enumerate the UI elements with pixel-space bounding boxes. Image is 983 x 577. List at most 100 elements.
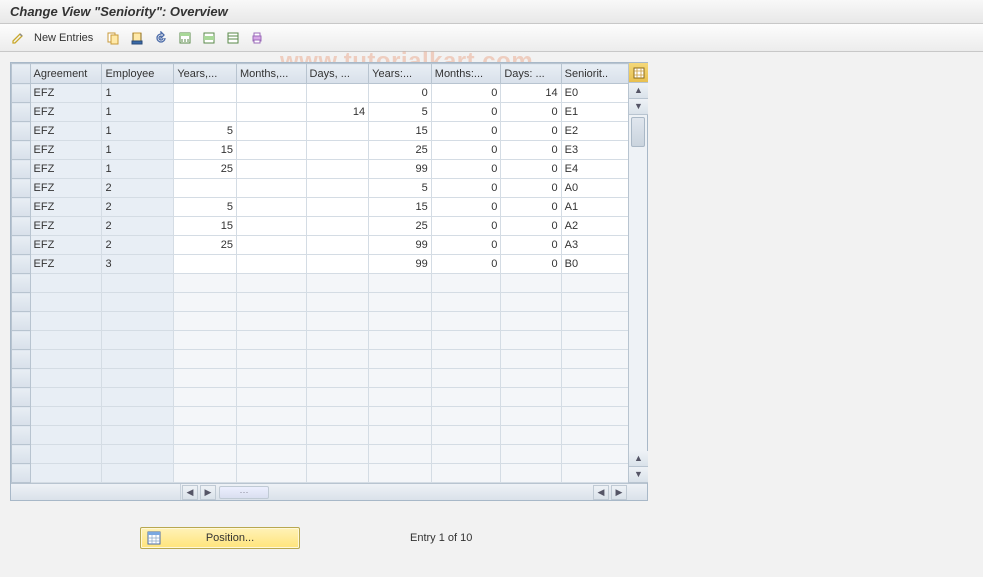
cell-employee[interactable]: 1 (102, 84, 174, 103)
cell-days2[interactable]: 14 (501, 84, 561, 103)
row-selector[interactable] (12, 160, 31, 179)
cell-months1[interactable] (236, 160, 306, 179)
cell-seniority[interactable]: B0 (561, 255, 628, 274)
cell-months1[interactable] (236, 122, 306, 141)
select-block-icon[interactable] (199, 28, 219, 48)
cell-days2[interactable]: 0 (501, 217, 561, 236)
scroll-up-icon[interactable]: ▼ (629, 99, 648, 115)
cell-days1[interactable]: 14 (306, 103, 369, 122)
position-button[interactable]: Position... (140, 527, 300, 549)
cell-years1[interactable]: 5 (174, 198, 237, 217)
row-selector[interactable] (12, 312, 31, 331)
table-row[interactable]: EFZ151500E2 (12, 122, 629, 141)
cell-agreement[interactable]: EFZ (30, 179, 102, 198)
cell-years2[interactable]: 15 (369, 198, 432, 217)
cell-seniority[interactable]: A0 (561, 179, 628, 198)
cell-employee[interactable]: 1 (102, 103, 174, 122)
column-header-seniority[interactable]: Seniorit.. (561, 64, 628, 84)
horizontal-scroll-thumb[interactable]: ⋯ (219, 486, 269, 499)
cell-years2[interactable]: 15 (369, 122, 432, 141)
row-selector[interactable] (12, 255, 31, 274)
undo-icon[interactable] (151, 28, 171, 48)
cell-agreement[interactable]: EFZ (30, 160, 102, 179)
cell-employee[interactable]: 2 (102, 236, 174, 255)
cell-seniority[interactable]: E1 (561, 103, 628, 122)
cell-days1[interactable] (306, 141, 369, 160)
cell-months2[interactable]: 0 (431, 141, 501, 160)
cell-months1[interactable] (236, 198, 306, 217)
cell-years1[interactable]: 25 (174, 160, 237, 179)
cell-days2[interactable]: 0 (501, 255, 561, 274)
cell-months1[interactable] (236, 141, 306, 160)
cell-years1[interactable] (174, 103, 237, 122)
scroll-bottom-icon[interactable]: ▼ (629, 467, 648, 483)
cell-years2[interactable]: 5 (369, 179, 432, 198)
column-header-agreement[interactable]: Agreement (30, 64, 102, 84)
cell-months2[interactable]: 0 (431, 255, 501, 274)
new-entries-button[interactable]: New Entries (32, 32, 99, 44)
cell-years1[interactable]: 5 (174, 122, 237, 141)
cell-agreement[interactable]: EFZ (30, 141, 102, 160)
row-selector[interactable] (12, 331, 31, 350)
row-selector[interactable] (12, 122, 31, 141)
cell-days1[interactable] (306, 84, 369, 103)
cell-agreement[interactable]: EFZ (30, 122, 102, 141)
cell-months1[interactable] (236, 84, 306, 103)
scroll-right-icon[interactable]: ▶ (200, 485, 216, 500)
column-header-employee[interactable]: Employee (102, 64, 174, 84)
cell-days2[interactable]: 0 (501, 160, 561, 179)
column-header-years2[interactable]: Years:... (369, 64, 432, 84)
cell-employee[interactable]: 2 (102, 217, 174, 236)
cell-months2[interactable]: 0 (431, 160, 501, 179)
cell-seniority[interactable]: E2 (561, 122, 628, 141)
scroll-left-icon[interactable]: ◀ (182, 485, 198, 500)
table-row[interactable]: EFZ10014E0 (12, 84, 629, 103)
cell-years1[interactable]: 15 (174, 141, 237, 160)
cell-agreement[interactable]: EFZ (30, 84, 102, 103)
cell-months2[interactable]: 0 (431, 236, 501, 255)
cell-seniority[interactable]: A2 (561, 217, 628, 236)
vertical-scroll-thumb[interactable] (631, 117, 645, 147)
select-column-header[interactable] (12, 64, 31, 84)
cell-seniority[interactable]: E4 (561, 160, 628, 179)
cell-days1[interactable] (306, 236, 369, 255)
row-selector[interactable] (12, 426, 31, 445)
cell-months2[interactable]: 0 (431, 122, 501, 141)
column-header-days2[interactable]: Days: ... (501, 64, 561, 84)
scroll-top-icon[interactable]: ▲ (629, 83, 648, 99)
cell-days1[interactable] (306, 179, 369, 198)
row-selector[interactable] (12, 350, 31, 369)
row-selector[interactable] (12, 274, 31, 293)
cell-months2[interactable]: 0 (431, 103, 501, 122)
scroll-down-icon[interactable]: ▲ (629, 451, 648, 467)
cell-seniority[interactable]: E0 (561, 84, 628, 103)
cell-months1[interactable] (236, 236, 306, 255)
cell-years1[interactable]: 25 (174, 236, 237, 255)
cell-months2[interactable]: 0 (431, 217, 501, 236)
column-header-months1[interactable]: Months,... (236, 64, 306, 84)
cell-months2[interactable]: 0 (431, 179, 501, 198)
row-selector[interactable] (12, 407, 31, 426)
cell-years2[interactable]: 99 (369, 160, 432, 179)
cell-employee[interactable]: 1 (102, 141, 174, 160)
cell-days2[interactable]: 0 (501, 122, 561, 141)
cell-years2[interactable]: 99 (369, 255, 432, 274)
cell-employee[interactable]: 3 (102, 255, 174, 274)
row-selector[interactable] (12, 445, 31, 464)
cell-days1[interactable] (306, 122, 369, 141)
cell-employee[interactable]: 1 (102, 122, 174, 141)
configure-columns-icon[interactable] (629, 63, 648, 83)
select-all-icon[interactable] (175, 28, 195, 48)
cell-days1[interactable] (306, 198, 369, 217)
cell-days2[interactable]: 0 (501, 236, 561, 255)
cell-years1[interactable] (174, 84, 237, 103)
cell-months1[interactable] (236, 103, 306, 122)
cell-seniority[interactable]: A1 (561, 198, 628, 217)
cell-employee[interactable]: 2 (102, 179, 174, 198)
cell-employee[interactable]: 2 (102, 198, 174, 217)
copy-icon[interactable] (103, 28, 123, 48)
table-row[interactable]: EFZ1259900E4 (12, 160, 629, 179)
cell-seniority[interactable]: E3 (561, 141, 628, 160)
cell-years1[interactable]: 15 (174, 217, 237, 236)
table-row[interactable]: EFZ1152500E3 (12, 141, 629, 160)
